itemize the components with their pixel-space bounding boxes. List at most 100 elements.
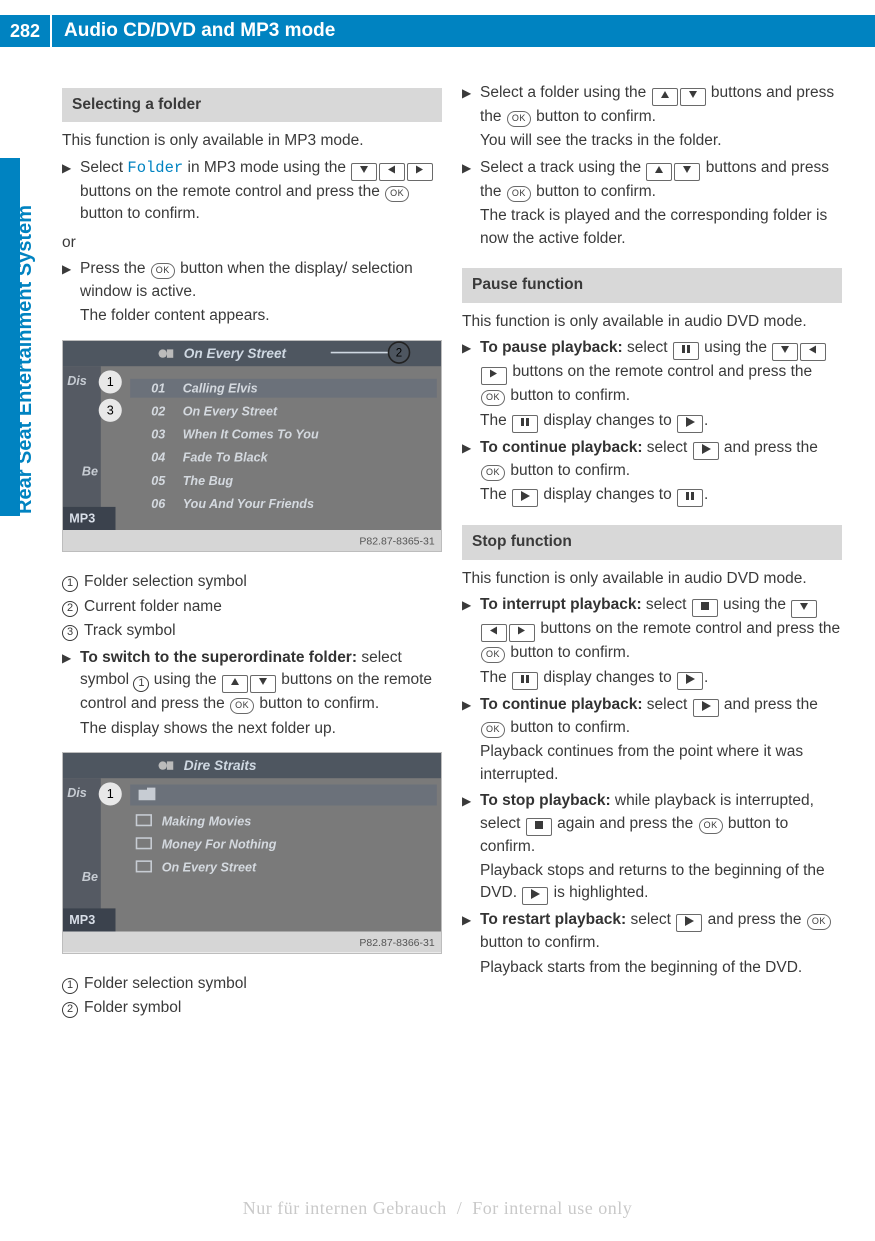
svg-text:Dis: Dis xyxy=(67,374,87,388)
text: The xyxy=(480,412,511,429)
text: and press the xyxy=(724,439,818,456)
up-key-icon xyxy=(646,163,672,181)
section-stop-function: Stop function xyxy=(462,525,842,559)
down-key-icon xyxy=(680,88,706,106)
svg-text:Fade To Black: Fade To Black xyxy=(183,451,269,465)
text: display changes to xyxy=(539,669,676,686)
text: and press the xyxy=(708,911,806,928)
text: display changes to xyxy=(539,412,676,429)
result-text: The track is played and the correspondin… xyxy=(480,205,842,250)
text: select xyxy=(626,911,675,928)
up-key-icon xyxy=(222,675,248,693)
figure-folder-list: Dire Straits Dis 1 Be MP3 Making Movies … xyxy=(62,752,442,954)
result-text: You will see the tracks in the folder. xyxy=(480,130,842,152)
svg-text:1: 1 xyxy=(107,787,114,801)
watermark-text: Nur für internen Gebrauch / For internal… xyxy=(0,1198,875,1219)
ok-button-icon: OK xyxy=(699,818,723,834)
svg-text:On Every Street: On Every Street xyxy=(184,346,288,361)
text: Press the xyxy=(80,260,150,277)
svg-text:02: 02 xyxy=(151,404,165,418)
ok-button-icon: OK xyxy=(507,111,531,127)
text: using the xyxy=(723,596,790,613)
text: button to confirm. xyxy=(506,387,630,404)
text: using the xyxy=(149,671,221,688)
ok-button-icon: OK xyxy=(385,186,409,202)
svg-text:Money For Nothing: Money For Nothing xyxy=(162,838,277,852)
bullet-icon: ▶ xyxy=(462,437,480,507)
svg-text:Be: Be xyxy=(82,464,98,478)
svg-text:MP3: MP3 xyxy=(69,511,95,525)
svg-text:On Every Street: On Every Street xyxy=(162,861,257,875)
sec1-intro: This function is only available in MP3 m… xyxy=(62,130,442,152)
bold-label: To stop playback: xyxy=(480,792,611,809)
text: . xyxy=(704,412,708,429)
down-key-icon xyxy=(772,343,798,361)
step-pause-playback: ▶ To pause playback: select using the bu… xyxy=(462,337,842,432)
pause-icon xyxy=(512,415,538,433)
text: button to confirm. xyxy=(480,934,600,951)
svg-text:03: 03 xyxy=(151,427,165,441)
text: Select xyxy=(80,159,127,176)
svg-text:The Bug: The Bug xyxy=(183,474,234,488)
step-restart-playback: ▶ To restart playback: select and press … xyxy=(462,909,842,979)
sec3-intro: This function is only available in audio… xyxy=(462,568,842,590)
text: select xyxy=(623,339,672,356)
legend-num-1: 1 xyxy=(62,978,78,994)
step-switch-super-folder: ▶ To switch to the superordinate folder:… xyxy=(62,647,442,740)
step-continue-playback-2: ▶ To continue playback: select and press… xyxy=(462,694,842,786)
text: . xyxy=(704,669,708,686)
bullet-icon: ▶ xyxy=(62,157,80,226)
ok-button-icon: OK xyxy=(507,186,531,202)
text: select xyxy=(642,596,691,613)
svg-text:04: 04 xyxy=(151,451,165,465)
bullet-icon: ▶ xyxy=(62,258,80,327)
text: button to confirm. xyxy=(532,108,656,125)
or-text: or xyxy=(62,232,442,254)
text: buttons on the remote control and press … xyxy=(540,620,840,637)
ok-button-icon: OK xyxy=(151,263,175,279)
text: Select a track using the xyxy=(480,159,645,176)
bold-label: To continue playback: xyxy=(480,439,643,456)
result-text: Playback continues from the point where … xyxy=(480,741,842,786)
result-text: Playback starts from the beginning of th… xyxy=(480,957,842,979)
right-key-icon xyxy=(407,163,433,181)
svg-text:3: 3 xyxy=(107,403,114,417)
text: button to confirm. xyxy=(506,462,630,479)
text: button to confirm. xyxy=(506,719,630,736)
text: display changes to xyxy=(539,486,676,503)
up-key-icon xyxy=(652,88,678,106)
legend-text: Folder selection symbol xyxy=(84,571,442,593)
pause-icon xyxy=(677,489,703,507)
pause-icon xyxy=(512,672,538,690)
legend-text: Folder selection symbol xyxy=(84,973,442,995)
down-key-icon xyxy=(791,600,817,618)
step-select-folder-nav: ▶ Select a folder using the buttons and … xyxy=(462,82,842,153)
bullet-icon: ▶ xyxy=(462,594,480,689)
play-icon xyxy=(693,699,719,717)
legend-num-2: 2 xyxy=(62,601,78,617)
bullet-icon: ▶ xyxy=(462,790,480,905)
text: button to confirm. xyxy=(506,644,630,661)
ok-button-icon: OK xyxy=(230,698,254,714)
legend-text: Track symbol xyxy=(84,620,442,642)
down-key-icon xyxy=(351,163,377,181)
step-press-ok: ▶ Press the OK button when the display/ … xyxy=(62,258,442,327)
svg-text:On Every Street: On Every Street xyxy=(183,404,278,418)
svg-text:MP3: MP3 xyxy=(69,913,95,927)
svg-text:05: 05 xyxy=(151,474,166,488)
stop-icon xyxy=(692,599,718,617)
result-text: The display shows the next folder up. xyxy=(80,718,442,740)
play-icon xyxy=(693,442,719,460)
legend-num-2: 2 xyxy=(62,1002,78,1018)
bold-label: To pause playback: xyxy=(480,339,623,356)
figure1-legend: 1Folder selection symbol 2Current folder… xyxy=(62,571,442,642)
header-band: 282 Audio CD/DVD and MP3 mode xyxy=(0,15,875,47)
side-tab-label: Rear Seat Entertainment System xyxy=(14,205,37,514)
svg-text:When It Comes To You: When It Comes To You xyxy=(183,427,319,441)
svg-text:Making Movies: Making Movies xyxy=(162,814,252,828)
left-key-icon xyxy=(379,163,405,181)
text: Select a folder using the xyxy=(480,84,651,101)
step-select-folder: ▶ Select Folder in MP3 mode using the bu… xyxy=(62,157,442,226)
legend-text: Folder symbol xyxy=(84,997,442,1019)
figure2-legend: 1 Folder selection symbol 2 Folder symbol xyxy=(62,973,442,1020)
